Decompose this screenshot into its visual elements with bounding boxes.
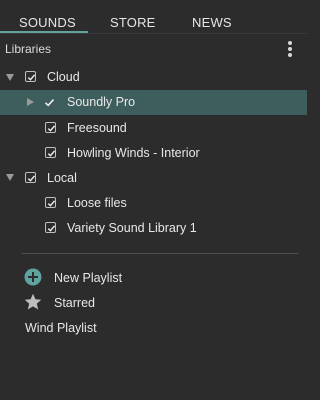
add-circle-icon[interactable] xyxy=(24,268,42,286)
library-item-label: Freesound xyxy=(67,121,127,135)
tab-bar: SOUNDS STORE NEWS xyxy=(0,0,307,34)
expand-arrow-icon[interactable] xyxy=(6,174,14,181)
expand-arrow-icon[interactable] xyxy=(27,98,34,106)
tab-sounds[interactable]: SOUNDS xyxy=(19,15,76,30)
star-icon xyxy=(24,293,42,311)
tab-bar-divider xyxy=(0,33,307,34)
playlist-item-label: Wind Playlist xyxy=(25,321,97,335)
library-group-local[interactable]: Local xyxy=(0,165,307,190)
library-group-cloud[interactable]: Cloud xyxy=(0,65,307,90)
tab-news[interactable]: NEWS xyxy=(192,15,232,30)
checkbox-freesound[interactable] xyxy=(45,122,56,133)
check-icon[interactable] xyxy=(44,96,55,107)
playlist-item[interactable]: Wind Playlist xyxy=(0,315,307,340)
library-group-label: Local xyxy=(47,171,77,185)
library-item-label: Variety Sound Library 1 xyxy=(67,221,197,235)
checkbox-cloud[interactable] xyxy=(25,71,36,82)
checkbox-howling-winds[interactable] xyxy=(45,147,56,158)
library-item-variety-sound-library[interactable]: Variety Sound Library 1 xyxy=(0,214,307,239)
new-playlist-button[interactable]: New Playlist xyxy=(0,265,307,290)
library-item-howling-winds[interactable]: Howling Winds - Interior xyxy=(0,140,307,165)
library-item-label: Howling Winds - Interior xyxy=(67,146,200,160)
library-item-loose-files[interactable]: Loose files xyxy=(0,189,307,214)
library-item-soundly-pro[interactable]: Soundly Pro xyxy=(0,90,307,115)
checkbox-variety-sound-library[interactable] xyxy=(45,222,56,233)
checkbox-local[interactable] xyxy=(25,172,36,183)
library-item-label: Loose files xyxy=(67,196,127,210)
library-item-label: Soundly Pro xyxy=(67,95,136,109)
checkbox-loose-files[interactable] xyxy=(45,197,56,208)
libraries-header: Libraries xyxy=(5,42,52,56)
starred-label: Starred xyxy=(54,296,95,310)
tab-store[interactable]: STORE xyxy=(110,15,156,30)
kebab-menu-icon[interactable] xyxy=(287,41,293,59)
expand-arrow-icon[interactable] xyxy=(6,74,14,81)
library-item-freesound[interactable]: Freesound xyxy=(0,115,307,140)
new-playlist-label: New Playlist xyxy=(54,271,123,285)
section-divider xyxy=(22,253,298,254)
starred-playlist[interactable]: Starred xyxy=(0,290,307,315)
library-group-label: Cloud xyxy=(47,70,80,84)
